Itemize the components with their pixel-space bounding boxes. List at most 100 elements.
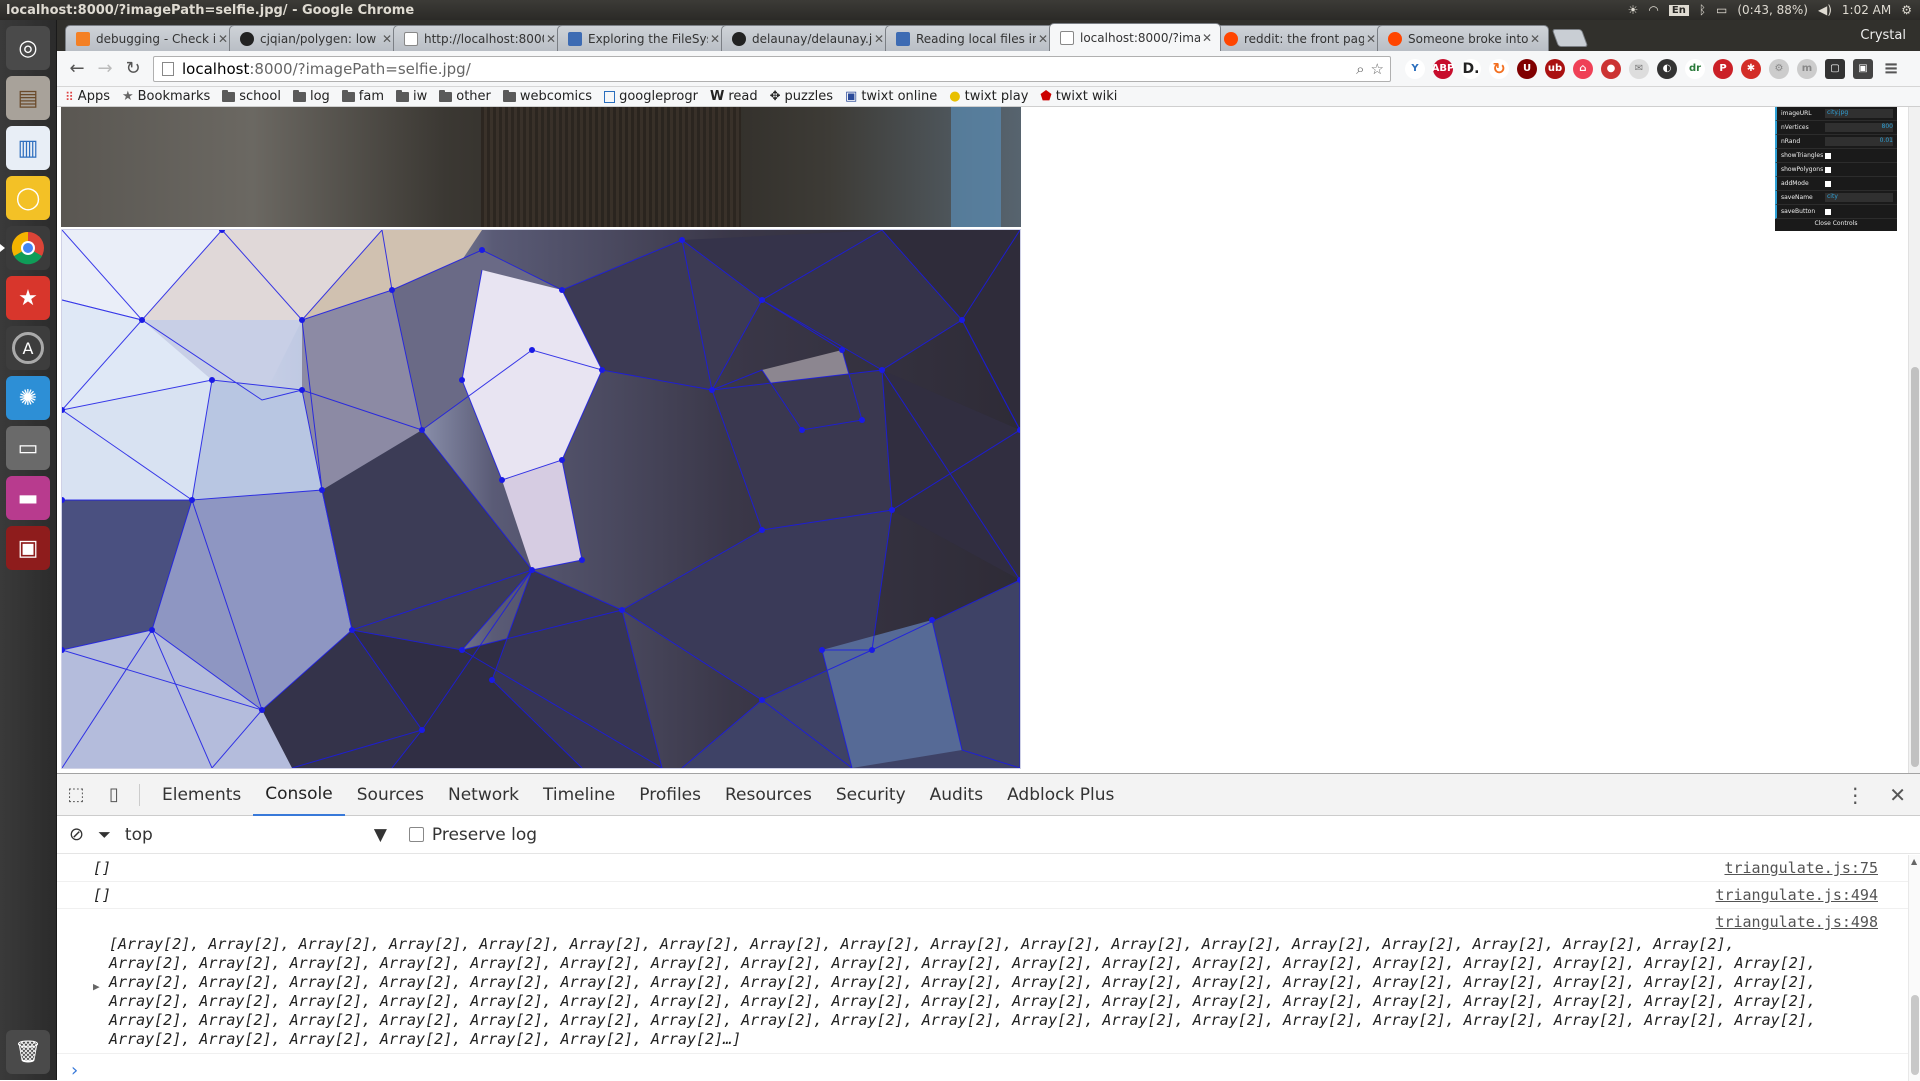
inspect-element-icon[interactable]: ⬚ (57, 784, 95, 805)
wifi-icon[interactable]: ◠ (1648, 3, 1658, 17)
close-icon[interactable]: ✕ (872, 32, 886, 46)
context-select[interactable]: top ▼ (125, 825, 395, 845)
tab-timeline[interactable]: Timeline (531, 774, 627, 816)
ubuntu-dash-icon[interactable]: ◎ (6, 26, 50, 70)
address-bar[interactable]: localhost:8000/?imagePath=selfie.jpg/ ⌕ … (153, 55, 1391, 82)
back-arrow-icon[interactable]: ← (63, 55, 91, 83)
y-extension-icon[interactable]: Y (1405, 58, 1425, 79)
software-updater-icon[interactable]: A (6, 326, 50, 370)
forward-arrow-icon[interactable]: → (91, 55, 119, 83)
window-extension-icon[interactable]: ▣ (1853, 58, 1873, 79)
tab-1[interactable]: cjqian/polygen: low pol✕ (229, 25, 401, 51)
bookmark-googleprogr[interactable]: googleprogr (604, 89, 698, 104)
source-link[interactable]: triangulate.js:498 (1715, 913, 1878, 932)
zoom-search-icon[interactable]: ⌕ (1356, 60, 1364, 78)
ublock-icon[interactable]: U (1517, 58, 1537, 79)
mail-icon[interactable]: ✉ (1629, 58, 1649, 79)
gui-row-imageurl[interactable]: imageURL city.jpg (1775, 107, 1897, 121)
tab-console[interactable]: Console (253, 774, 345, 816)
bookmark-star-icon[interactable]: ☆ (1371, 60, 1384, 78)
nrand-slider[interactable]: 0.01 (1825, 137, 1893, 146)
savebutton-checkbox[interactable] (1825, 208, 1831, 215)
close-icon[interactable]: ✕ (380, 32, 394, 46)
source-link[interactable]: triangulate.js:75 (1724, 859, 1878, 877)
scroll-up-icon[interactable]: ▲ (1911, 857, 1917, 866)
reload-icon[interactable]: ↻ (119, 55, 147, 83)
contrast-icon[interactable]: ◐ (1657, 58, 1677, 79)
record-icon[interactable]: ● (1601, 58, 1621, 79)
adblock-plus-icon[interactable]: ABP (1432, 58, 1454, 79)
pocket-icon[interactable]: ⌂ (1573, 58, 1593, 79)
console-prompt[interactable]: › (57, 1054, 1908, 1081)
gui-row-showtriangles[interactable]: showTriangles (1775, 149, 1897, 163)
bookmark-folder-webcomics[interactable]: webcomics (502, 89, 592, 104)
showpolygons-checkbox[interactable] (1825, 166, 1831, 173)
files-icon[interactable]: ▤ (6, 76, 50, 120)
page-scrollbar[interactable] (1908, 107, 1920, 773)
new-tab-button[interactable] (1551, 29, 1589, 47)
tab-7[interactable]: reddit: the front page o✕ (1213, 25, 1385, 51)
refresh-extension-icon[interactable]: ↻ (1489, 58, 1509, 79)
gui-row-nvertices[interactable]: nVertices 800 (1775, 121, 1897, 135)
photos-icon[interactable]: ▬ (6, 476, 50, 520)
gui-row-savename[interactable]: saveName city (1775, 191, 1897, 205)
battery-status[interactable]: (0:43, 88%) (1737, 3, 1808, 17)
tab-2[interactable]: http://localhost:8000/?✕ (393, 25, 565, 51)
tab-profiles[interactable]: Profiles (627, 774, 713, 816)
chrome-icon[interactable] (0, 226, 50, 270)
bookmark-folder-other[interactable]: other (439, 89, 491, 104)
close-icon[interactable]: ✕ (1036, 32, 1050, 46)
gui-row-nrand[interactable]: nRand 0.01 (1775, 135, 1897, 149)
starred-app-icon[interactable]: ★ (6, 276, 50, 320)
savename-input[interactable]: city (1825, 193, 1893, 202)
nvertices-slider[interactable]: 800 (1825, 123, 1893, 132)
preserve-log-checkbox[interactable]: Preserve log (408, 825, 537, 845)
triangulation-canvas[interactable] (59, 227, 1023, 770)
console-message-array[interactable]: ▶ [Array[2], Array[2], Array[2], Array[2… (57, 909, 1908, 1054)
tab-audits[interactable]: Audits (918, 774, 995, 816)
bookmark-puzzles[interactable]: ✥ puzzles (770, 89, 833, 104)
bookmark-folder-fam[interactable]: fam (341, 89, 384, 104)
bookmark-folder-school[interactable]: school (222, 89, 281, 104)
tab-6-active[interactable]: localhost:8000/?imageP✕ (1049, 23, 1221, 51)
clock[interactable]: 1:02 AM (1842, 3, 1891, 17)
pinterest-icon[interactable]: P (1713, 58, 1733, 79)
close-icon[interactable]: ✕ (708, 32, 722, 46)
close-controls-button[interactable]: Close Controls (1775, 219, 1897, 229)
writer-icon[interactable]: ▥ (6, 126, 50, 170)
tab-elements[interactable]: Elements (150, 774, 253, 816)
imageurl-input[interactable]: city.jpg (1825, 109, 1893, 118)
settings-extension-icon[interactable]: ⚙ (1769, 58, 1789, 79)
bookmark-twixt-play[interactable]: ● twixt play (949, 89, 1028, 104)
bookmark-folder-log[interactable]: log (292, 89, 330, 104)
tab-adblock-plus[interactable]: Adblock Plus (995, 774, 1126, 816)
showtriangles-checkbox[interactable] (1825, 152, 1831, 159)
tab-network[interactable]: Network (436, 774, 531, 816)
tab-resources[interactable]: Resources (713, 774, 824, 816)
bookmark-read[interactable]: Wread (710, 89, 758, 104)
expand-triangle-icon[interactable]: ▶ (93, 977, 100, 996)
battery-icon[interactable]: ▭ (1716, 3, 1727, 17)
settings-gear-icon[interactable]: ⚙ (1901, 3, 1912, 17)
close-icon[interactable]: ✕ (1528, 32, 1542, 46)
m-extension-icon[interactable]: m (1797, 58, 1817, 79)
gui-row-showpolygons[interactable]: showPolygons (1775, 163, 1897, 177)
close-icon[interactable]: ✕ (1364, 32, 1378, 46)
dr-extension-icon[interactable]: dr (1685, 58, 1705, 79)
close-icon[interactable]: ✕ (544, 32, 558, 46)
console-scrollbar[interactable]: ▲ (1908, 855, 1920, 1081)
source-link[interactable]: triangulate.js:494 (1715, 886, 1878, 904)
close-icon[interactable]: ✕ (1200, 31, 1214, 45)
brightness-icon[interactable]: ☀ (1628, 3, 1639, 17)
more-options-icon[interactable]: ⋮ (1845, 783, 1865, 807)
tab-0[interactable]: debugging - Check if ob✕ (65, 25, 237, 51)
gui-row-savebutton[interactable]: saveButton (1775, 205, 1897, 219)
bookmark-twixt-wiki[interactable]: ⬟ twixt wiki (1040, 89, 1117, 104)
drive-icon[interactable]: ▭ (6, 426, 50, 470)
addmode-checkbox[interactable] (1825, 180, 1831, 187)
bookmark-bookmarks[interactable]: ★ Bookmarks (122, 89, 210, 104)
tab-8[interactable]: Someone broke into Fli✕ (1377, 25, 1549, 51)
device-mode-icon[interactable]: ▯ (95, 784, 133, 805)
ideas-bulb-icon[interactable]: ◯ (6, 176, 50, 220)
ublock-shield-icon[interactable]: ub (1545, 58, 1565, 79)
